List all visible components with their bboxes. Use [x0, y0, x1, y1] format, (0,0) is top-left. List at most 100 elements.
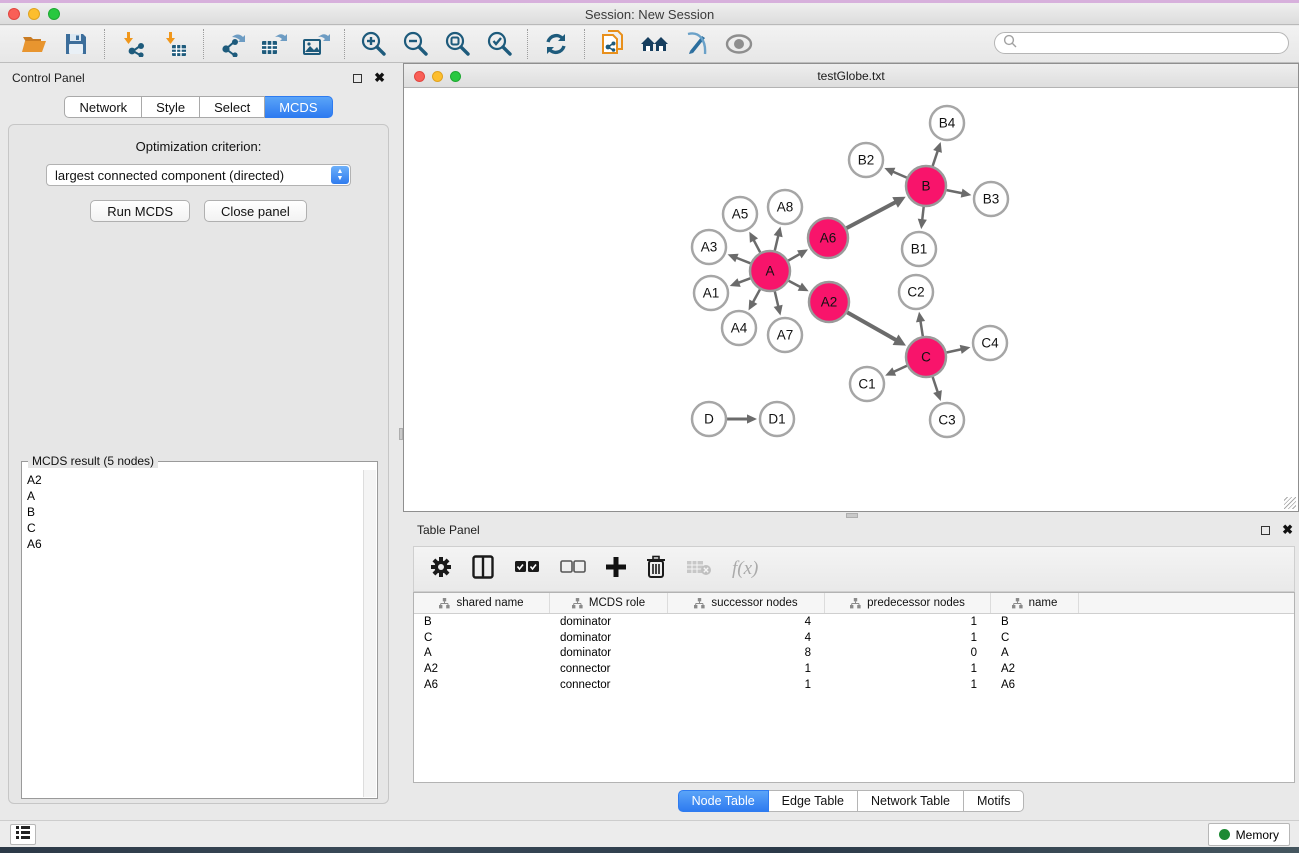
graph-edge[interactable]	[892, 171, 907, 178]
graph-edge[interactable]	[788, 253, 801, 260]
run-mcds-button[interactable]: Run MCDS	[90, 200, 190, 222]
home-button[interactable]	[637, 29, 673, 59]
mcds-result-item[interactable]: C	[27, 520, 358, 536]
table-cell[interactable]: C	[414, 632, 550, 644]
mcds-result-item[interactable]: A2	[27, 472, 358, 488]
table-cell[interactable]: 1	[668, 679, 825, 691]
table-cell[interactable]: A6	[414, 679, 550, 691]
table-row[interactable]: A6connector11A6	[414, 677, 1294, 693]
table-cell[interactable]: 0	[825, 647, 991, 659]
table-settings-button[interactable]	[430, 556, 452, 583]
close-panel-button[interactable]: Close panel	[204, 200, 307, 222]
tab-network-table[interactable]: Network Table	[858, 790, 964, 812]
table-cell[interactable]: A2	[414, 663, 550, 675]
zoom-selected-button[interactable]	[481, 29, 517, 59]
tab-edge-table[interactable]: Edge Table	[769, 790, 858, 812]
graph-edge[interactable]	[947, 190, 964, 193]
graph-edge[interactable]	[737, 278, 750, 283]
close-panel-icon[interactable]: ✖	[374, 70, 385, 86]
graph-edge[interactable]	[775, 291, 779, 307]
zoom-in-button[interactable]	[355, 29, 391, 59]
open-session-button[interactable]	[16, 29, 52, 59]
graph-edge[interactable]	[933, 377, 939, 394]
graph-edge[interactable]	[922, 207, 924, 221]
column-header-MCDS-role[interactable]: MCDS role	[550, 593, 668, 613]
table-cell[interactable]: dominator	[550, 647, 668, 659]
table-cell[interactable]: B	[414, 616, 550, 628]
show-column-button[interactable]	[472, 555, 494, 584]
graph-edge[interactable]	[847, 312, 897, 340]
table-row[interactable]: Bdominator41B	[414, 614, 1294, 630]
tab-node-table[interactable]: Node Table	[678, 790, 769, 812]
table-cell[interactable]: connector	[550, 663, 668, 675]
table-row[interactable]: Cdominator41C	[414, 630, 1294, 646]
network-canvas[interactable]: B4B2BB3A8A5A6A3B1AC2A1A2A4A7C4CC1C3DD1	[404, 89, 1298, 511]
graph-edge[interactable]	[847, 201, 897, 228]
table-cell[interactable]: dominator	[550, 632, 668, 644]
graph-edge[interactable]	[775, 234, 779, 250]
table-cell[interactable]: 4	[668, 616, 825, 628]
deselect-all-button[interactable]	[560, 559, 586, 580]
table-cell[interactable]: C	[991, 632, 1079, 644]
table-cell[interactable]: A6	[991, 679, 1079, 691]
table-cell[interactable]: 1	[668, 663, 825, 675]
table-row[interactable]: A2connector11A2	[414, 661, 1294, 677]
resize-grip-icon[interactable]	[1284, 497, 1296, 509]
table-cell[interactable]: 8	[668, 647, 825, 659]
column-header-predecessor-nodes[interactable]: predecessor nodes	[825, 593, 991, 613]
mcds-result-item[interactable]: A6	[27, 536, 358, 552]
zoom-fit-button[interactable]	[439, 29, 475, 59]
refresh-layout-button[interactable]	[538, 29, 574, 59]
graph-edge[interactable]	[753, 239, 760, 253]
table-cell[interactable]: 1	[825, 679, 991, 691]
graph-edge[interactable]	[735, 257, 750, 263]
table-row[interactable]: Adominator80A	[414, 646, 1294, 662]
table-cell[interactable]: B	[991, 616, 1079, 628]
table-cell[interactable]: connector	[550, 679, 668, 691]
close-table-panel-icon[interactable]: ✖	[1282, 522, 1293, 538]
table-cell[interactable]: 4	[668, 632, 825, 644]
result-scrollbar[interactable]	[363, 470, 376, 797]
optimization-criterion-select[interactable]: largest connected component (directed) ▲…	[46, 164, 351, 186]
table-cell[interactable]: 1	[825, 616, 991, 628]
zoom-out-button[interactable]	[397, 29, 433, 59]
mcds-result-list[interactable]: A2ABCA6	[23, 470, 362, 797]
float-panel-icon[interactable]	[353, 74, 362, 83]
graph-edge[interactable]	[892, 366, 906, 373]
mcds-result-item[interactable]: B	[27, 504, 358, 520]
vertical-splitter-handle[interactable]	[399, 428, 403, 440]
table-cell[interactable]: dominator	[550, 616, 668, 628]
tab-motifs[interactable]: Motifs	[964, 790, 1024, 812]
graph-edge[interactable]	[947, 349, 963, 353]
mcds-result-item[interactable]: A	[27, 488, 358, 504]
export-table-button[interactable]	[256, 29, 292, 59]
column-header-shared-name[interactable]: shared name	[414, 593, 550, 613]
table-cell[interactable]: 1	[825, 632, 991, 644]
export-image-button[interactable]	[298, 29, 334, 59]
create-column-button[interactable]	[606, 557, 626, 582]
graph-edge[interactable]	[789, 281, 802, 288]
delete-row-button[interactable]	[646, 555, 666, 584]
float-table-panel-icon[interactable]	[1261, 526, 1270, 535]
network-window-titlebar[interactable]: testGlobe.txt	[404, 64, 1298, 88]
new-network-from-selection-button[interactable]	[595, 29, 631, 59]
task-history-button[interactable]	[10, 824, 36, 845]
save-session-button[interactable]	[58, 29, 94, 59]
table-cell[interactable]: A	[991, 647, 1079, 659]
hide-labels-button[interactable]	[679, 29, 715, 59]
column-header-name[interactable]: name	[991, 593, 1079, 613]
table-cell[interactable]: 1	[825, 663, 991, 675]
import-table-button[interactable]	[157, 29, 193, 59]
search-input[interactable]	[994, 32, 1289, 54]
graph-edge[interactable]	[920, 320, 923, 337]
tab-mcds[interactable]: MCDS	[265, 96, 332, 118]
tab-style[interactable]: Style	[142, 96, 200, 118]
memory-button[interactable]: Memory	[1208, 823, 1290, 846]
column-header-successor-nodes[interactable]: successor nodes	[668, 593, 825, 613]
import-network-button[interactable]	[115, 29, 151, 59]
export-network-button[interactable]	[214, 29, 250, 59]
horizontal-splitter-handle[interactable]	[846, 513, 858, 518]
graph-edge[interactable]	[933, 150, 939, 167]
tab-select[interactable]: Select	[200, 96, 265, 118]
table-cell[interactable]: A2	[991, 663, 1079, 675]
